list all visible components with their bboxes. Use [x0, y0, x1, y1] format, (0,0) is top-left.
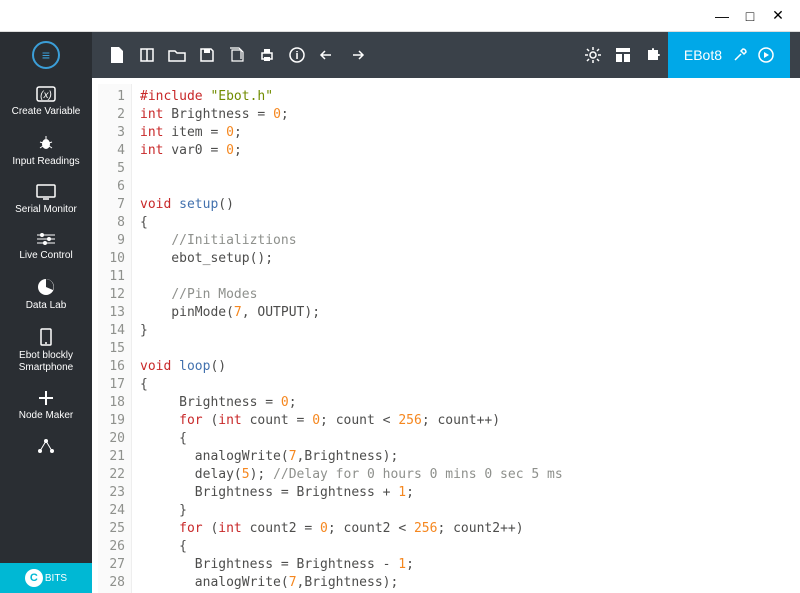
redo-icon — [349, 49, 365, 61]
sidebar-item-network[interactable] — [0, 430, 92, 466]
window-minimize[interactable]: — — [708, 5, 736, 27]
sidebar-item-data-lab[interactable]: Data Lab — [0, 270, 92, 320]
save-button[interactable] — [192, 40, 222, 70]
sidebar-item-label: Serial Monitor — [15, 204, 77, 216]
sidebar-item-label: Live Control — [19, 250, 72, 262]
gear-icon — [584, 46, 602, 64]
sidebar-item-label: Data Lab — [26, 300, 67, 312]
play-icon — [758, 47, 774, 63]
print-icon — [259, 47, 275, 63]
redo-button[interactable] — [342, 40, 372, 70]
ebot-tab[interactable]: EBot8 — [668, 32, 790, 78]
sidebar-item-label: Input Readings — [12, 156, 79, 168]
puzzle-icon — [645, 47, 661, 63]
pie-chart-icon — [37, 278, 55, 296]
code-editor[interactable]: 1234567891011121314151617181920212223242… — [98, 84, 800, 593]
sidebar-item-label: Create Variable — [12, 106, 81, 118]
info-icon: i — [289, 47, 305, 63]
tools-icon — [732, 47, 748, 63]
folder-open-icon — [168, 48, 186, 62]
new-file-button[interactable] — [102, 40, 132, 70]
bug-icon — [37, 134, 55, 152]
sidebar-item-ebot-blockly-smartphone[interactable]: Ebot blockly Smartphone — [0, 320, 92, 382]
open-button[interactable] — [162, 40, 192, 70]
settings-button[interactable] — [578, 40, 608, 70]
undo-button[interactable] — [312, 40, 342, 70]
sidebar-item-serial-monitor[interactable]: Serial Monitor — [0, 176, 92, 224]
sidebar: ≡ (x) Create Variable Input Readings Ser… — [0, 32, 92, 593]
tab-title: EBot8 — [684, 47, 722, 63]
window-close[interactable]: ✕ — [764, 5, 792, 27]
code-content[interactable]: #include "Ebot.h"int Brightness = 0;int … — [132, 84, 800, 593]
sidebar-item-live-control[interactable]: Live Control — [0, 224, 92, 270]
plugin-button[interactable] — [638, 40, 668, 70]
sliders-icon — [37, 232, 55, 246]
save-all-icon — [228, 46, 246, 64]
sidebar-item-input-readings[interactable]: Input Readings — [0, 126, 92, 176]
svg-text:(x): (x) — [40, 90, 52, 101]
book-icon — [139, 47, 155, 63]
smartphone-icon — [40, 328, 52, 346]
info-button[interactable]: i — [282, 40, 312, 70]
book-button[interactable] — [132, 40, 162, 70]
file-icon — [109, 46, 125, 64]
window-titlebar: — □ ✕ — [0, 0, 800, 32]
bits-label: BITS — [45, 573, 67, 584]
sidebar-item-label: Node Maker — [19, 410, 73, 422]
save-icon — [199, 47, 215, 63]
plus-icon — [38, 390, 54, 406]
sidebar-item-node-maker[interactable]: Node Maker — [0, 382, 92, 430]
sidebar-item-create-variable[interactable]: (x) Create Variable — [0, 78, 92, 126]
layout-icon — [615, 47, 631, 63]
toolbar: i EBot8 — [92, 32, 800, 78]
layout-button[interactable] — [608, 40, 638, 70]
svg-text:i: i — [295, 50, 298, 62]
save-all-button[interactable] — [222, 40, 252, 70]
variable-icon: (x) — [36, 86, 56, 102]
print-button[interactable] — [252, 40, 282, 70]
bits-c-icon: C — [25, 569, 43, 587]
monitor-icon — [36, 184, 56, 200]
logo-icon: ≡ — [32, 41, 60, 69]
bits-badge[interactable]: C BITS — [0, 563, 92, 593]
network-icon — [37, 438, 55, 454]
line-gutter: 1234567891011121314151617181920212223242… — [98, 84, 132, 593]
undo-icon — [319, 49, 335, 61]
sidebar-item-label: Ebot blockly Smartphone — [2, 350, 90, 374]
app-logo: ≡ — [0, 32, 92, 78]
window-maximize[interactable]: □ — [736, 5, 764, 27]
